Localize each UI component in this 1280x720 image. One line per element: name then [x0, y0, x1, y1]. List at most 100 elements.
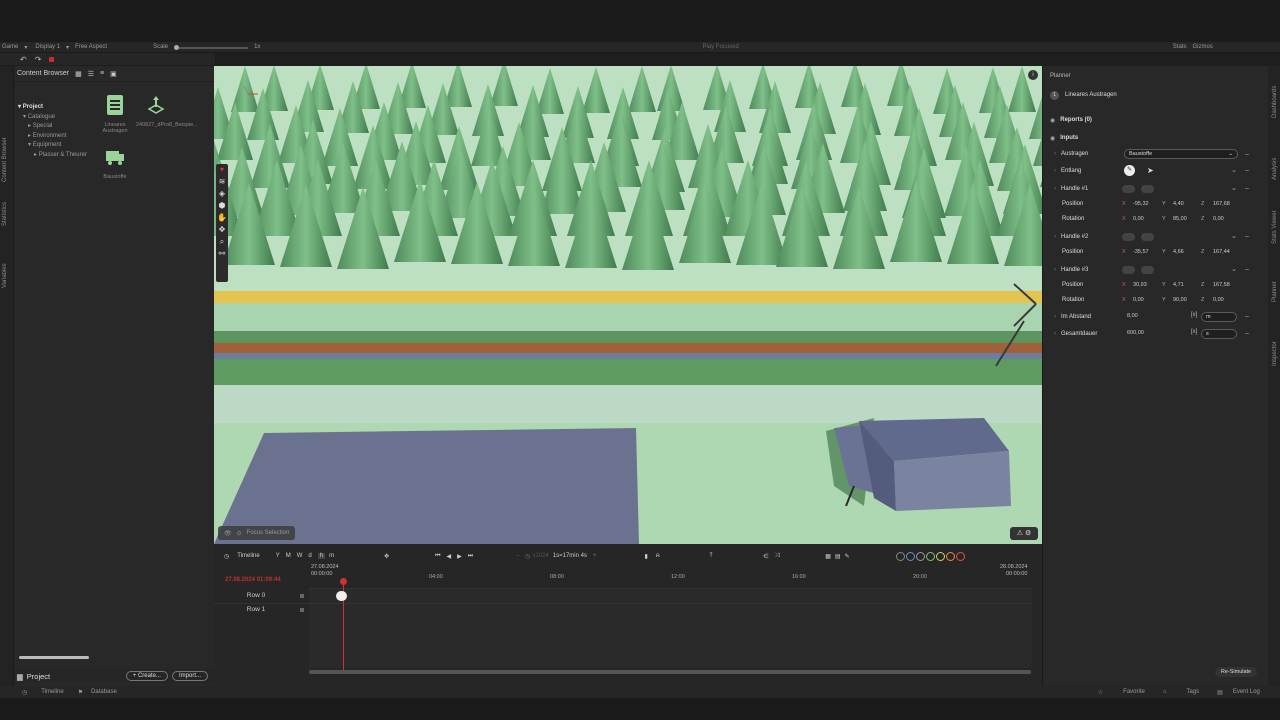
calendar2-icon[interactable]: ▤ [835, 553, 841, 560]
expression-icon[interactable]: [x] [1191, 329, 1197, 335]
share-icon[interactable]: ⋲ [762, 553, 768, 560]
handle-label[interactable]: Handle #3 [1061, 267, 1088, 273]
step-back-icon[interactable]: ◀ [447, 553, 452, 560]
position-y-value[interactable]: 4,40 [1173, 201, 1184, 207]
tree-item-catalogue[interactable]: ▾ Catalogue [18, 113, 106, 123]
tag-icon[interactable]: ⌂ [1163, 689, 1167, 695]
row-0-toggle[interactable] [300, 594, 304, 598]
gear-icon[interactable]: ⚙ [1025, 530, 1031, 537]
play-mode-dropdown[interactable]: Play Focused [702, 44, 738, 50]
unit-min[interactable]: m [329, 553, 334, 559]
scale-slider[interactable] [174, 44, 249, 50]
filter-icon[interactable]: ≡ [100, 70, 104, 77]
chevron-down-icon[interactable]: ◉ [1050, 135, 1055, 142]
folder-icon[interactable]: ▣ [110, 70, 117, 78]
unit-y[interactable]: Y [276, 553, 280, 559]
pin-icon[interactable]: ▾ [216, 164, 228, 176]
link-icon[interactable]: ⚯ [216, 248, 228, 260]
abstand-value[interactable]: 8,00 [1127, 313, 1138, 319]
calendar-icon[interactable]: ▦ [825, 553, 831, 560]
grid-view-icon[interactable]: ▦ [75, 70, 82, 78]
database-tab-icon[interactable]: ⚑ [78, 689, 83, 696]
handle-toggle[interactable] [1141, 185, 1154, 193]
target-icon[interactable]: ⊙ [237, 530, 242, 537]
handle-label[interactable]: Handle #1 [1061, 186, 1088, 192]
timeline-track-area[interactable] [309, 588, 1032, 668]
position-x-value[interactable]: 30,93 [1133, 282, 1147, 288]
aspect-dropdown[interactable]: Free Aspect [75, 44, 107, 50]
database-tab[interactable]: Database [91, 689, 117, 695]
remove-icon[interactable]: – [1245, 151, 1249, 158]
dauer-unit-select[interactable]: s [1201, 329, 1237, 339]
chevron-down-icon[interactable]: ⌄ [1231, 232, 1237, 240]
lock-icon[interactable]: ▮ [644, 553, 647, 560]
handle-toggle[interactable] [1141, 266, 1154, 274]
remove-icon[interactable]: – [1245, 330, 1249, 337]
unit-m[interactable]: M [286, 553, 291, 559]
tab-inspector[interactable]: Inspector [1272, 341, 1278, 366]
handle-toggle[interactable] [1122, 233, 1135, 241]
row-0-label[interactable]: Row 0 [220, 590, 292, 602]
color-swatches[interactable] [895, 551, 965, 561]
position-x-value[interactable]: -95,32 [1133, 201, 1149, 207]
gizmos-button[interactable]: Gizmos [1192, 44, 1212, 50]
remove-icon[interactable]: – [1245, 185, 1249, 192]
tree-item-special[interactable]: ▸ Special [18, 122, 106, 132]
inputs-header[interactable]: Inputs [1060, 135, 1078, 141]
position-z-value[interactable]: 167,44 [1213, 249, 1230, 255]
create-button[interactable]: + Create... [125, 671, 168, 681]
tab-variables[interactable]: Variables [2, 263, 8, 288]
timeline-event[interactable] [336, 591, 347, 601]
rotation-y-value[interactable]: 90,00 [1173, 297, 1187, 303]
undo-icon[interactable]: ↶ [20, 55, 27, 64]
slow-down-button[interactable]: - [517, 553, 519, 559]
redo-icon[interactable]: ↷ [35, 55, 42, 64]
3d-viewport[interactable]: i ▾ ≋ ◈ ⬢ ✋ ✥ ⌕ ⚯ 👁 ⊙ Focus Selection ⚠ … [214, 66, 1042, 544]
rotation-z-value[interactable]: 0,00 [1213, 297, 1224, 303]
unit-h[interactable]: h [317, 553, 326, 559]
chevron-down-icon[interactable]: ⌄ [1231, 265, 1237, 273]
chevron-down-icon[interactable]: ⌄ [1231, 166, 1237, 174]
handle-toggle[interactable] [1122, 266, 1135, 274]
tab-stats-viewer[interactable]: Stats Viewer [1272, 210, 1278, 244]
tab-statistics[interactable]: Statistics [2, 202, 8, 226]
tree-item-environment[interactable]: ▸ Environment [18, 132, 106, 142]
unit-w[interactable]: W [297, 553, 303, 559]
unit-d[interactable]: d [308, 553, 311, 559]
remove-icon[interactable]: – [1245, 167, 1249, 174]
pen-icon[interactable]: ✎ [845, 553, 850, 560]
marker-icon[interactable]: ⤒ [710, 553, 713, 560]
handle-label[interactable]: Handle #2 [1061, 234, 1088, 240]
row-1-label[interactable]: Row 1 [220, 604, 292, 616]
position-x-value[interactable]: -35,57 [1133, 249, 1149, 255]
log-icon[interactable]: ▤ [1217, 689, 1223, 696]
event-log-tab[interactable]: Event Log [1233, 689, 1260, 695]
timeline-tab-icon[interactable]: ◷ [22, 689, 27, 696]
skip-start-icon[interactable]: ⏮ [435, 553, 440, 560]
rotation-x-value[interactable]: 0,00 [1133, 216, 1144, 222]
tab-planner[interactable]: Planner [1272, 281, 1278, 302]
cube-icon[interactable]: ⬢ [216, 200, 228, 212]
display-dropdown[interactable]: Display 1 [35, 44, 60, 50]
play-icon[interactable]: ▶ [457, 553, 462, 560]
reports-header[interactable]: Reports (0) [1060, 117, 1092, 123]
timeline-tab[interactable]: Timeline [41, 689, 63, 695]
handle-toggle[interactable] [1122, 185, 1135, 193]
timeline-scrollbar[interactable] [309, 670, 1031, 674]
alert-icon[interactable]: ⍾ [656, 553, 660, 560]
remove-icon[interactable]: – [1245, 233, 1249, 240]
tree-item-equipment[interactable]: ▾ Equipment [18, 141, 106, 151]
tab-analysis[interactable]: Analysis [1272, 158, 1278, 180]
remove-icon[interactable]: – [1245, 313, 1249, 320]
import-button[interactable]: Import... [171, 671, 208, 681]
chevron-down-icon[interactable]: ◉ [1050, 117, 1055, 124]
star-icon[interactable]: ☆ [1098, 689, 1103, 696]
rotation-y-value[interactable]: 85,00 [1173, 216, 1187, 222]
resimulate-button[interactable]: Re-Simulate [1215, 667, 1257, 677]
position-z-value[interactable]: 167,68 [1213, 201, 1230, 207]
warning-icon[interactable]: ⚠ [1017, 530, 1023, 537]
asset-beispiel[interactable]: 240827_dPro8_Beispie... [136, 94, 198, 128]
asset-baustoffe[interactable]: Baustoffe [95, 146, 135, 180]
skip-end-icon[interactable]: ⏭ [468, 553, 473, 560]
pan-icon[interactable]: ✥ [384, 553, 389, 560]
